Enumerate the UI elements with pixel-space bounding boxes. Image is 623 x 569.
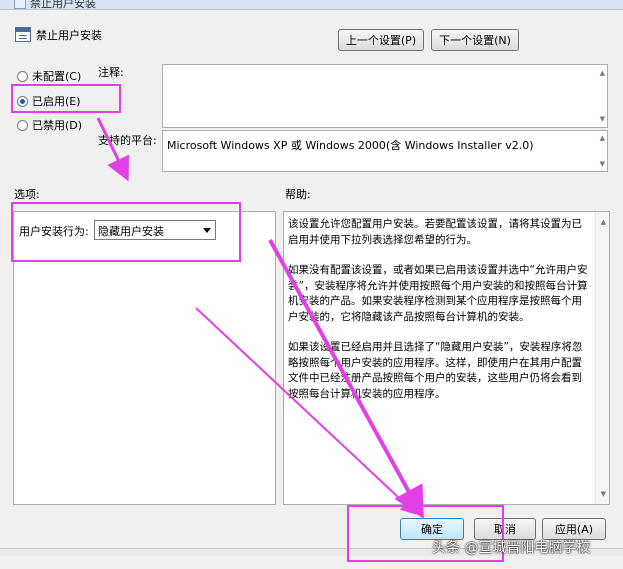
help-scroll-down-icon[interactable]: ▼ [601,490,606,498]
platform-value: Microsoft Windows XP 或 Windows 2000(含 Wi… [167,139,534,152]
radio-disabled[interactable]: 已禁用(D) [17,117,82,133]
radio-enabled-indicator[interactable] [17,95,28,107]
options-panel: 用户安装行为: 隐藏用户安装 [13,211,276,505]
radio-enabled[interactable]: 已启用(E) [17,93,81,109]
platform-textbox: Microsoft Windows XP 或 Windows 2000(含 Wi… [162,130,608,172]
help-panel: 该设置允许您配置用户安装。若要配置该设置，请将其设置为已启用并使用下拉列表选择您… [283,211,610,505]
help-scrollbar[interactable]: ▲ ▼ [595,212,609,504]
help-paragraph: 该设置允许您配置用户安装。若要配置该设置，请将其设置为已启用并使用下拉列表选择您… [288,218,582,246]
options-section-label: 选项: [14,188,40,201]
comment-label: 注释: [98,66,124,79]
radio-not-configured-indicator[interactable] [17,70,28,82]
help-paragraph: 如果该设置已经启用并且选择了“隐藏用户安装”，安装程序将忽略按照每个用户安装的应… [288,341,583,400]
chevron-down-icon[interactable] [203,228,211,233]
next-setting-button[interactable]: 下一个设置(N) [431,29,519,51]
radio-disabled-label: 已禁用(D) [32,119,83,132]
install-behavior-selected: 隐藏用户安装 [98,225,164,238]
platform-scroll-down-icon[interactable]: ▼ [600,160,605,168]
help-scroll-up-icon[interactable]: ▲ [601,218,606,226]
install-behavior-label: 用户安装行为: [19,225,89,238]
help-text: 该设置允许您配置用户安装。若要配置该设置，请将其设置为已启用并使用下拉列表选择您… [288,217,592,417]
help-paragraph: 如果没有配置该设置，或者如果已启用该设置并选中“允许用户安装”，安装程序将允许并… [288,264,588,323]
platform-scroll-up-icon[interactable]: ▲ [600,134,605,142]
prev-setting-button[interactable]: 上一个设置(P) [338,29,424,51]
comment-textbox[interactable]: ▲ ▼ [162,64,608,128]
radio-disabled-indicator[interactable] [17,119,28,131]
scroll-up-icon[interactable]: ▲ [600,69,605,77]
window-title: 禁止用户安装 [30,0,96,10]
platform-label: 支持的平台: [98,134,157,147]
policy-dialog: 禁止用户安装 禁止用户安装 上一个设置(P) 下一个设置(N) 未配置(C) 已… [0,0,623,569]
scroll-down-icon[interactable]: ▼ [600,115,605,123]
help-section-label: 帮助: [285,188,311,201]
policy-setting-icon [15,27,31,42]
policy-title: 禁止用户安装 [36,29,102,42]
watermark: 头条 @宣城晋阳电脑学校 [432,540,591,556]
radio-not-configured[interactable]: 未配置(C) [17,68,81,84]
radio-not-configured-label: 未配置(C) [32,70,82,83]
policy-window-icon [14,0,26,9]
install-behavior-select[interactable]: 隐藏用户安装 [94,220,216,240]
title-bar: 禁止用户安装 [0,0,623,10]
radio-enabled-label: 已启用(E) [32,95,81,108]
